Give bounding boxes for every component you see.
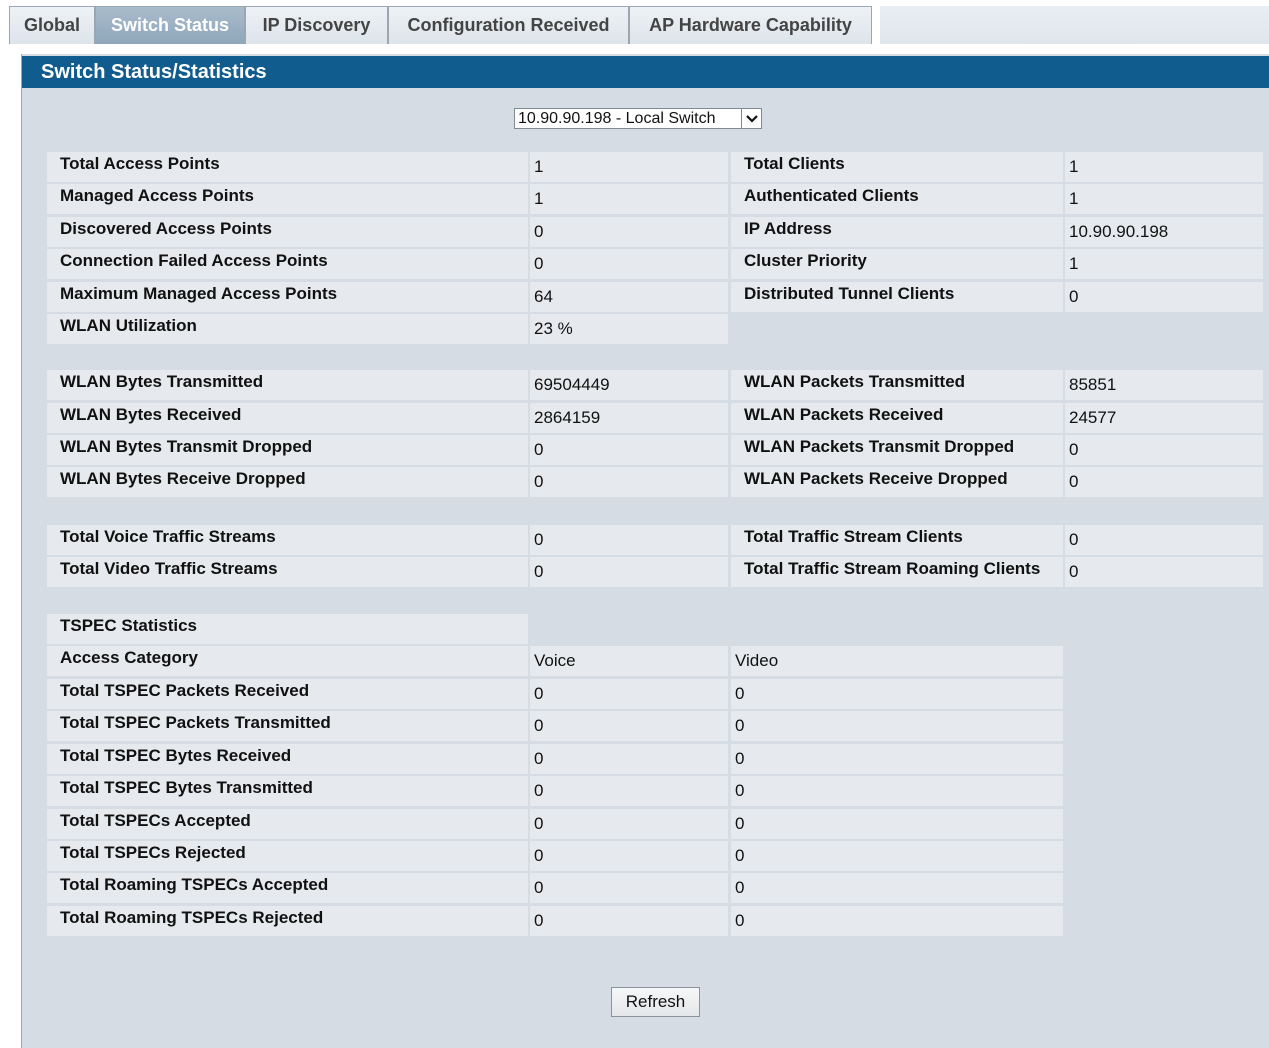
- stat-label: Total Access Points: [47, 152, 528, 182]
- stat-label: WLAN Bytes Transmitted: [47, 370, 528, 400]
- stat-value: 85851: [1065, 370, 1263, 400]
- stat-label: Connection Failed Access Points: [47, 249, 528, 279]
- stat-label: WLAN Packets Transmit Dropped: [731, 435, 1063, 465]
- stat-value: 2864159: [530, 403, 728, 433]
- tab-bar-filler: [880, 6, 1269, 44]
- stat-label: Total Traffic Stream Clients: [731, 525, 1063, 555]
- stat-label: Cluster Priority: [731, 249, 1063, 279]
- stat-label: Authenticated Clients: [731, 184, 1063, 214]
- panel-title: Switch Status/Statistics: [22, 56, 1269, 88]
- tspec-row-voice: 0: [530, 711, 728, 741]
- chevron-down-icon[interactable]: [741, 109, 761, 128]
- tspec-header-label: Access Category: [47, 646, 528, 676]
- stat-value: 0: [530, 525, 728, 555]
- stat-label: IP Address: [731, 217, 1063, 247]
- tspec-row-label: Total Roaming TSPECs Rejected: [47, 906, 528, 936]
- tab-ap-hardware-capability[interactable]: AP Hardware Capability: [629, 6, 872, 44]
- tspec-row-voice: 0: [530, 679, 728, 709]
- tspec-row-video: 0: [731, 841, 1063, 871]
- tab-switch-status[interactable]: Switch Status: [95, 6, 245, 44]
- tab-global[interactable]: Global: [9, 6, 95, 44]
- stat-label: Discovered Access Points: [47, 217, 528, 247]
- stat-value: 0: [1065, 467, 1263, 497]
- tspec-row-voice: 0: [530, 744, 728, 774]
- stat-value: 24577: [1065, 403, 1263, 433]
- tspec-header-video: Video: [731, 646, 1063, 676]
- stat-label: WLAN Packets Received: [731, 403, 1063, 433]
- stat-value: 0: [1065, 525, 1263, 555]
- refresh-button[interactable]: Refresh: [611, 987, 700, 1017]
- tab-configuration-received[interactable]: Configuration Received: [388, 6, 629, 44]
- tspec-row-label: Total TSPEC Bytes Received: [47, 744, 528, 774]
- tspec-row-voice: 0: [530, 809, 728, 839]
- stat-label: WLAN Packets Receive Dropped: [731, 467, 1063, 497]
- tspec-row-video: 0: [731, 711, 1063, 741]
- tspec-row-video: 0: [731, 809, 1063, 839]
- stat-label: WLAN Utilization: [47, 314, 528, 344]
- stat-label: Total Voice Traffic Streams: [47, 525, 528, 555]
- switch-status-panel: Switch Status/Statistics 10.90.90.198 - …: [21, 54, 1269, 1048]
- stat-value: 1: [1065, 249, 1263, 279]
- stat-value: 1: [1065, 184, 1263, 214]
- switch-select[interactable]: 10.90.90.198 - Local Switch: [514, 108, 762, 129]
- tab-ip-discovery[interactable]: IP Discovery: [245, 6, 388, 44]
- stat-value: 0: [530, 467, 728, 497]
- tab-bar: Global Switch Status IP Discovery Config…: [9, 6, 1269, 44]
- tspec-row-label: Total TSPEC Packets Transmitted: [47, 711, 528, 741]
- stat-label: Total Traffic Stream Roaming Clients: [731, 557, 1063, 587]
- stat-label: Total Video Traffic Streams: [47, 557, 528, 587]
- tspec-row-label: Total TSPECs Accepted: [47, 809, 528, 839]
- stat-label: WLAN Bytes Received: [47, 403, 528, 433]
- stat-value: 0: [530, 249, 728, 279]
- stat-label: Managed Access Points: [47, 184, 528, 214]
- tspec-title: TSPEC Statistics: [47, 614, 528, 644]
- stat-label: Maximum Managed Access Points: [47, 282, 528, 312]
- stat-value: 0: [1065, 557, 1263, 587]
- stat-value: 0: [530, 557, 728, 587]
- tspec-row-label: Total Roaming TSPECs Accepted: [47, 873, 528, 903]
- tspec-row-video: 0: [731, 906, 1063, 936]
- stat-label: WLAN Packets Transmitted: [731, 370, 1063, 400]
- tspec-row-video: 0: [731, 776, 1063, 806]
- stat-label: WLAN Bytes Transmit Dropped: [47, 435, 528, 465]
- stat-label: Distributed Tunnel Clients: [731, 282, 1063, 312]
- tspec-row-label: Total TSPEC Bytes Transmitted: [47, 776, 528, 806]
- stat-value: 64: [530, 282, 728, 312]
- stat-value: 23 %: [530, 314, 728, 344]
- tspec-row-label: Total TSPECs Rejected: [47, 841, 528, 871]
- stat-value: 0: [1065, 435, 1263, 465]
- switch-select-value: 10.90.90.198 - Local Switch: [518, 109, 716, 127]
- stat-value: 69504449: [530, 370, 728, 400]
- tspec-row-video: 0: [731, 873, 1063, 903]
- stat-value: 10.90.90.198: [1065, 217, 1263, 247]
- stat-value: 0: [530, 435, 728, 465]
- tspec-row-voice: 0: [530, 776, 728, 806]
- stat-value: 1: [530, 152, 728, 182]
- stat-value: 0: [1065, 282, 1263, 312]
- stat-value: 0: [530, 217, 728, 247]
- tspec-row-voice: 0: [530, 906, 728, 936]
- tspec-row-voice: 0: [530, 873, 728, 903]
- tspec-row-video: 0: [731, 679, 1063, 709]
- stat-value: 1: [530, 184, 728, 214]
- stat-label: WLAN Bytes Receive Dropped: [47, 467, 528, 497]
- stat-label: Total Clients: [731, 152, 1063, 182]
- tspec-header-voice: Voice: [530, 646, 728, 676]
- tspec-row-label: Total TSPEC Packets Received: [47, 679, 528, 709]
- tspec-row-video: 0: [731, 744, 1063, 774]
- stat-value: 1: [1065, 152, 1263, 182]
- tspec-row-voice: 0: [530, 841, 728, 871]
